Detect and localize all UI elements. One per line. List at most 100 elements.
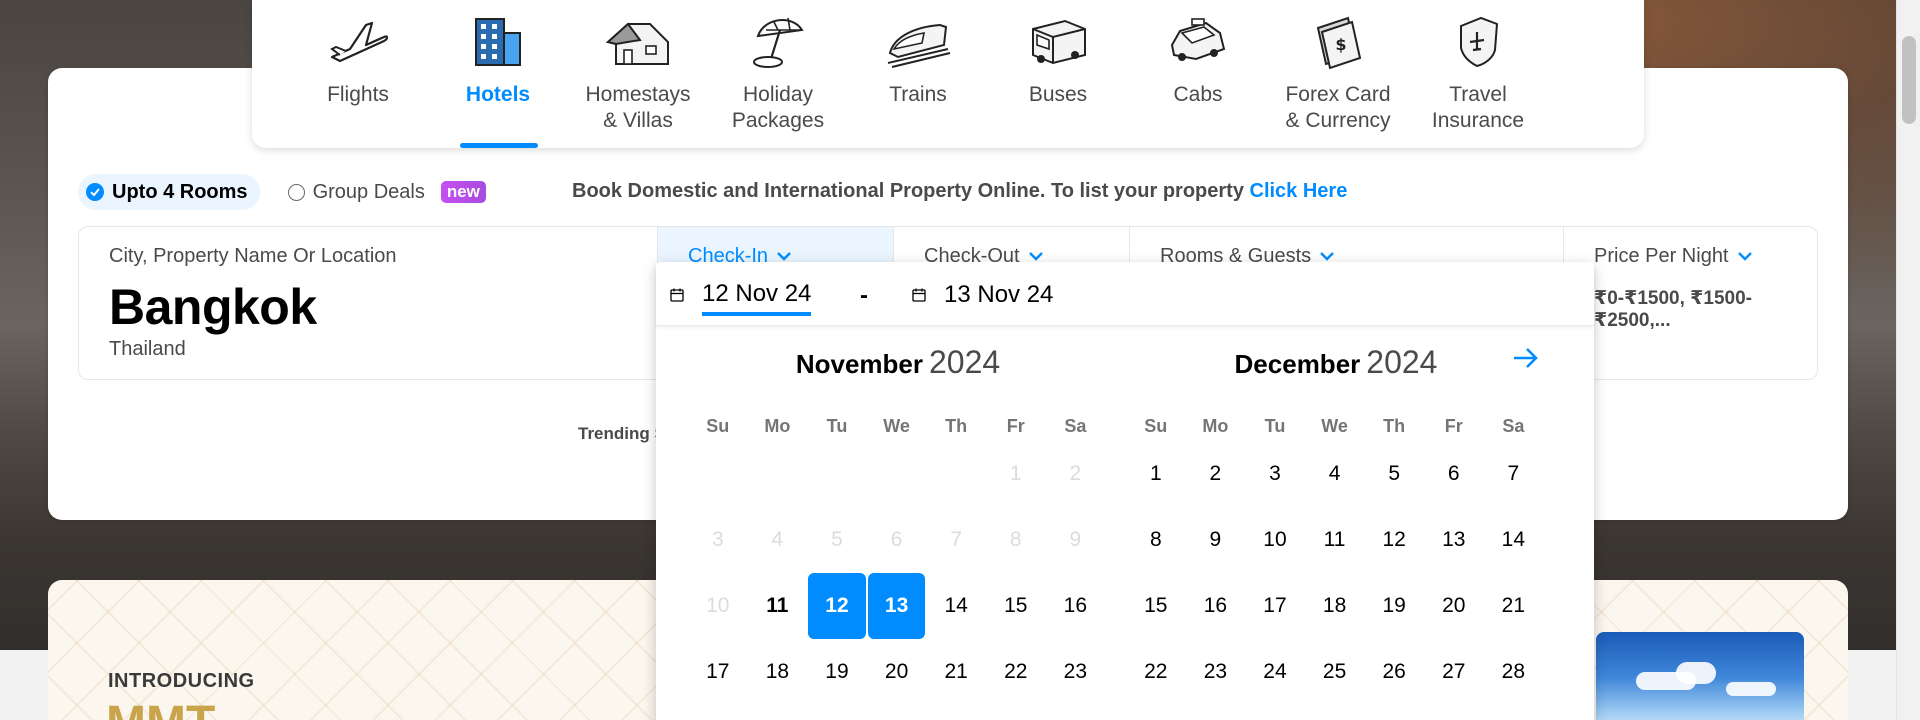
month-title: December 2024 — [1126, 344, 1546, 384]
city-value: Bangkok — [109, 279, 317, 335]
nav-label: Homestays & Villas — [585, 83, 691, 132]
calendar-icon — [670, 281, 684, 309]
city-field-label: City, Property Name Or Location — [109, 245, 397, 267]
day-cell[interactable]: 17 — [1246, 573, 1304, 639]
day-cell[interactable]: 6 — [1425, 441, 1483, 507]
group-deals-option[interactable]: Group Deals new — [287, 181, 486, 204]
day-cell[interactable]: 21 — [1485, 573, 1543, 639]
weekday-label: Sa — [1064, 416, 1087, 436]
weekday-label: Tu — [1264, 416, 1286, 436]
nav-trains[interactable]: Trains — [848, 0, 988, 148]
day-cell[interactable]: 13 — [1425, 507, 1483, 573]
day-cell[interactable]: 4 — [1306, 441, 1364, 507]
day-cell[interactable]: 1 — [1127, 441, 1185, 507]
day-cell[interactable]: 3 — [1246, 441, 1304, 507]
radio-icon — [287, 183, 305, 201]
day-cell[interactable]: 2 — [1187, 441, 1245, 507]
month-year: 2024 — [1366, 344, 1438, 380]
day-cell[interactable]: 11 — [1306, 507, 1364, 573]
weekday-label: Fr — [1006, 416, 1025, 436]
city-field[interactable]: City, Property Name Or Location Bangkok … — [79, 227, 657, 379]
promo-image[interactable] — [1596, 632, 1804, 720]
weekday-label: Fr — [1444, 416, 1463, 436]
train-icon — [884, 14, 952, 70]
day-cell[interactable]: 18 — [749, 639, 807, 705]
day-cell[interactable]: 25 — [1306, 639, 1364, 705]
weekday-label: Th — [945, 416, 968, 436]
checkout-date-input[interactable]: 13 Nov 24 — [912, 278, 1053, 312]
day-cell[interactable]: 23 — [1047, 639, 1105, 705]
price-field[interactable]: Price Per Night ₹0-₹1500, ₹1500-₹2500,..… — [1563, 227, 1817, 379]
date-picker-header: 12 Nov 24 - 13 Nov 24 — [656, 262, 1594, 326]
scrollbar-thumb[interactable] — [1902, 36, 1916, 124]
next-month-arrow-icon[interactable] — [1512, 346, 1540, 375]
nav-flights[interactable]: Flights — [288, 0, 428, 148]
day-cell[interactable]: 11 — [749, 573, 807, 639]
day-cell[interactable]: 16 — [1047, 573, 1105, 639]
day-cell[interactable]: 10 — [1246, 507, 1304, 573]
day-cell[interactable]: 12 — [808, 573, 866, 639]
day-cell[interactable]: 15 — [987, 573, 1045, 639]
introducing-label: INTRODUCING — [108, 670, 255, 692]
weekday-label: Su — [706, 416, 730, 436]
nav-forex[interactable]: $ Forex Card & Currency — [1268, 0, 1408, 148]
day-cell[interactable]: 14 — [927, 573, 985, 639]
day-cell[interactable]: 26 — [1365, 639, 1423, 705]
day-cell[interactable]: 15 — [1127, 573, 1185, 639]
page-scrollbar[interactable] — [1896, 0, 1920, 720]
day-cell[interactable]: 12 — [1365, 507, 1423, 573]
day-cell: 7 — [950, 528, 963, 551]
day-cell[interactable]: 23 — [1187, 639, 1245, 705]
day-cell[interactable]: 8 — [1127, 507, 1185, 573]
day-cell: 6 — [890, 528, 903, 551]
cab-icon — [1164, 14, 1232, 70]
day-cell[interactable]: 24 — [1246, 639, 1304, 705]
day-cell[interactable]: 27 — [1425, 639, 1483, 705]
day-cell[interactable]: 14 — [1485, 507, 1543, 573]
weekday-label: Tu — [826, 416, 848, 436]
nav-insurance[interactable]: Travel Insurance — [1408, 0, 1548, 148]
checkin-date-value: 12 Nov 24 — [702, 280, 812, 316]
day-cell[interactable]: 20 — [868, 639, 926, 705]
price-value: ₹0-₹1500, ₹1500-₹2500,... — [1594, 288, 1752, 331]
nav-holiday[interactable]: Holiday Packages — [708, 0, 848, 148]
upto-4-rooms-label: Upto 4 Rooms — [112, 180, 248, 203]
click-here-link[interactable]: Click Here — [1250, 180, 1348, 202]
day-cell[interactable]: 5 — [1365, 441, 1423, 507]
day-cell[interactable]: 20 — [1425, 573, 1483, 639]
nav-cabs[interactable]: Cabs — [1128, 0, 1268, 148]
check-icon — [86, 183, 104, 201]
nav-hotels[interactable]: Hotels — [428, 0, 568, 148]
weekday-label: We — [883, 416, 910, 436]
day-cell[interactable]: 19 — [808, 639, 866, 705]
checkin-date-input[interactable]: 12 Nov 24 — [670, 278, 812, 316]
month-year: 2024 — [928, 344, 1001, 380]
day-cell: 3 — [711, 528, 724, 551]
day-cell[interactable]: 16 — [1187, 573, 1245, 639]
day-cell[interactable]: 18 — [1306, 573, 1364, 639]
day-cell[interactable]: 9 — [1187, 507, 1245, 573]
day-cell[interactable]: 17 — [689, 639, 747, 705]
nav-homestays[interactable]: Homestays & Villas — [568, 0, 708, 148]
day-cell: 9 — [1069, 528, 1082, 551]
day-cell[interactable]: 22 — [987, 639, 1045, 705]
date-picker: 12 Nov 24 - 13 Nov 24 November 2024 Su Mo T… — [656, 262, 1594, 720]
day-cell[interactable]: 7 — [1485, 441, 1543, 507]
hotel-building-icon — [464, 14, 532, 70]
weekday-header: Su Mo Tu We Th Fr Sa — [688, 416, 1108, 437]
nav-buses[interactable]: Buses — [988, 0, 1128, 148]
empty-day-cell — [927, 441, 985, 507]
day-cell[interactable]: 21 — [927, 639, 985, 705]
day-cell[interactable]: 19 — [1365, 573, 1423, 639]
day-cell: 4 — [771, 528, 784, 551]
day-cell[interactable]: 28 — [1485, 639, 1543, 705]
promo-logo: MMT — [106, 700, 215, 720]
day-cell[interactable]: 13 — [867, 573, 926, 639]
new-badge: new — [440, 181, 486, 203]
weekday-label: Mo — [1202, 416, 1229, 436]
nav-label: Hotels — [465, 83, 531, 106]
price-label: Price Per Night — [1594, 245, 1729, 267]
bus-icon — [1024, 14, 1092, 70]
day-cell[interactable]: 22 — [1127, 639, 1185, 705]
upto-4-rooms-option[interactable]: Upto 4 Rooms — [78, 174, 260, 210]
